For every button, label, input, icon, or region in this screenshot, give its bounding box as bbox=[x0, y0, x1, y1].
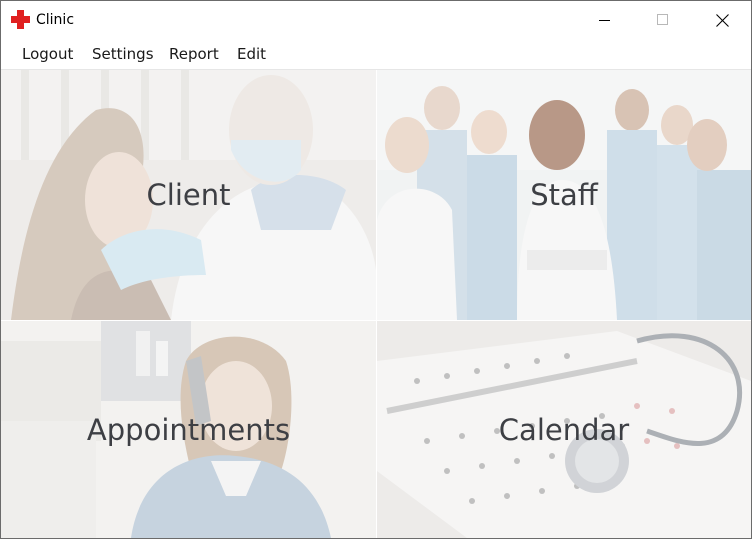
menu-logout[interactable]: Logout bbox=[20, 45, 75, 63]
maximize-button[interactable] bbox=[634, 1, 692, 39]
calendar-label: Calendar bbox=[498, 412, 630, 447]
close-button[interactable] bbox=[693, 1, 751, 39]
menu-settings[interactable]: Settings bbox=[90, 45, 156, 63]
close-icon bbox=[715, 13, 729, 27]
appointments-tile[interactable]: Appointments bbox=[1, 321, 376, 538]
calendar-tile[interactable]: Calendar bbox=[377, 321, 751, 538]
red-cross-icon bbox=[11, 10, 30, 29]
clinic-window: Clinic Logout Settings Report Edit Clien… bbox=[0, 0, 752, 539]
minimize-icon bbox=[599, 20, 610, 21]
maximize-icon bbox=[657, 14, 668, 25]
client-tile[interactable]: Client bbox=[1, 70, 376, 320]
title-bar[interactable]: Clinic bbox=[1, 1, 751, 39]
minimize-button[interactable] bbox=[576, 1, 634, 39]
appointments-label: Appointments bbox=[86, 412, 291, 447]
client-label: Client bbox=[146, 178, 231, 212]
menu-bar: Logout Settings Report Edit bbox=[1, 39, 751, 70]
window-title: Clinic bbox=[36, 12, 75, 28]
menu-edit[interactable]: Edit bbox=[235, 45, 268, 63]
staff-label: Staff bbox=[530, 178, 598, 212]
menu-report[interactable]: Report bbox=[167, 45, 221, 63]
staff-tile[interactable]: Staff bbox=[377, 70, 751, 320]
